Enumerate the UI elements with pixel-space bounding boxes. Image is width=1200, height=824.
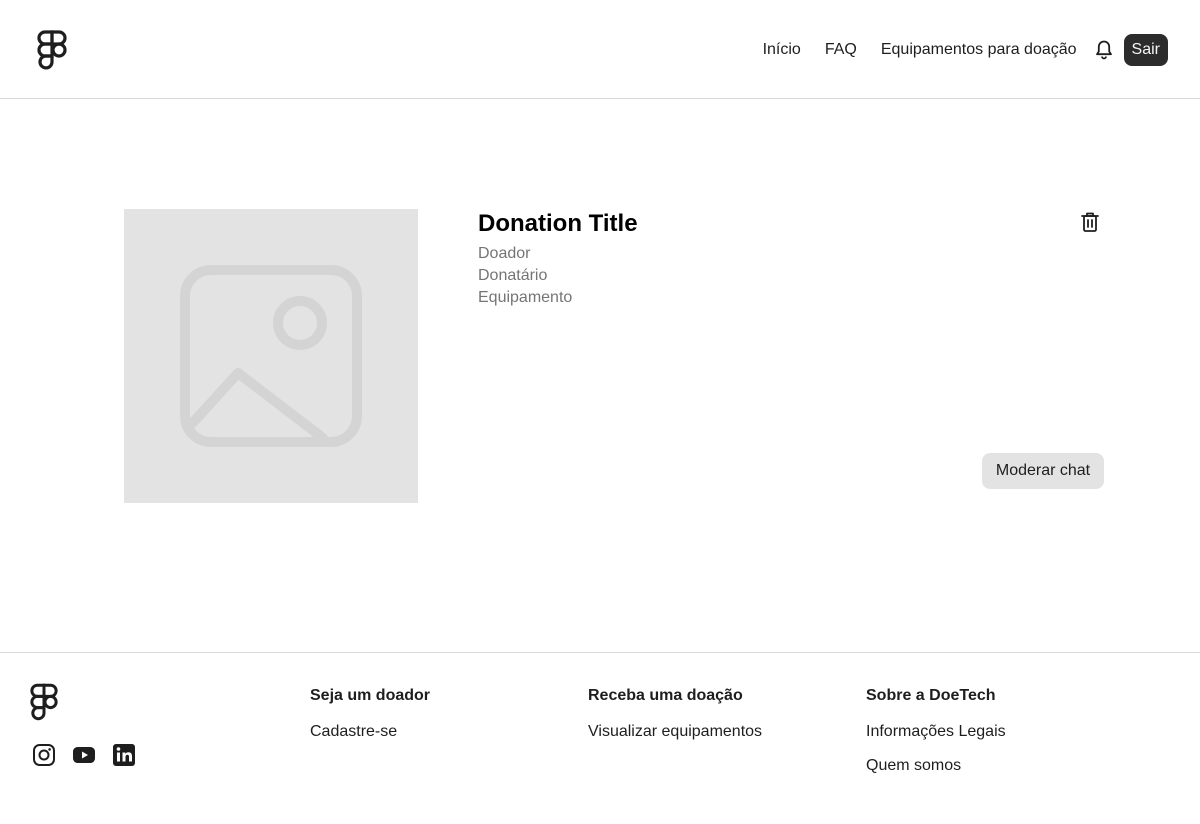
recipient-label: Donatário [478,267,548,284]
footer-column-title: Seja um doador [310,687,431,704]
nav-link-inicio[interactable]: Início [763,34,801,66]
nav-link-faq[interactable]: FAQ [825,34,857,66]
equipment-label: Equipamento [478,289,573,306]
footer-column-sobre: Sobre a DoeTech Informações Legais Quem … [866,685,1006,789]
footer-column-title: Receba uma doação [588,687,743,704]
footer-column-receba: Receba uma doação Visualizar equipamento… [588,685,762,755]
signout-button[interactable]: Sair [1123,34,1168,66]
footer-link-informacoes[interactable]: Informações Legais [866,721,1006,743]
footer-link-quem-somos[interactable]: Quem somos [866,755,1006,777]
site-footer: Seja um doador Cadastre-se Receba uma do… [0,652,1200,824]
youtube-icon[interactable] [72,743,96,767]
footer-link-visualizar[interactable]: Visualizar equipamentos [588,721,762,743]
linkedin-icon[interactable] [112,743,136,767]
moderate-chat-button[interactable]: Moderar chat [982,453,1104,489]
footer-link-cadastre[interactable]: Cadastre-se [310,721,430,743]
donation-meta: Doador Donatário Equipamento [478,243,572,309]
nav-link-equipamentos[interactable]: Equipamentos para doação [881,34,1077,66]
donation-image [124,209,418,503]
footer-column-doador: Seja um doador Cadastre-se [310,685,430,755]
donor-label: Doador [478,245,531,262]
main-nav: Início FAQ Equipamentos para doação Sair [763,34,1168,66]
image-placeholder-icon [180,265,362,447]
figma-logo-icon[interactable] [30,683,58,721]
donation-title: Donation Title [478,210,638,237]
social-links [32,743,152,767]
bell-icon[interactable] [1095,39,1115,61]
instagram-icon[interactable] [32,743,56,767]
trash-icon[interactable] [1080,211,1100,233]
footer-column-title: Sobre a DoeTech [866,687,996,704]
site-header: Início FAQ Equipamentos para doação Sair [0,0,1200,99]
figma-logo-icon[interactable] [37,30,67,70]
